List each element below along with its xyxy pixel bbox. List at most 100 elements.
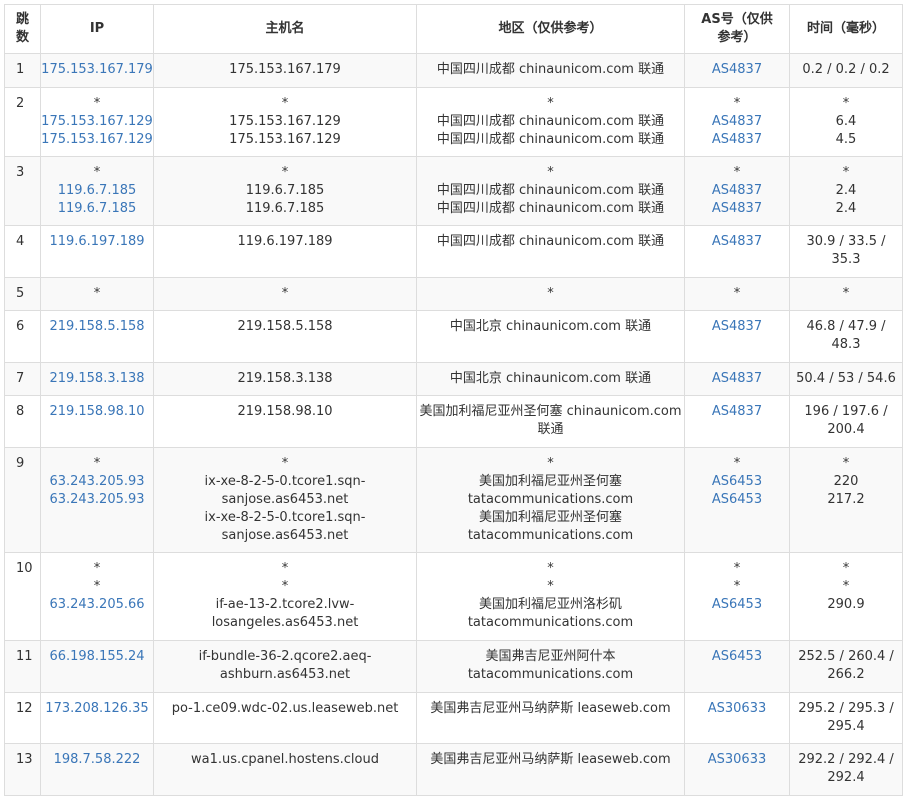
time-cell-line: 46.8 / 47.9 / (806, 319, 886, 334)
table-row: 11 66.198.155.24 if-bundle-36-2.qcore2.aeq… (4, 640, 903, 693)
ip-cell: 219.158.5.158 (40, 310, 154, 363)
ip-cell-line[interactable]: 219.158.98.10 (41, 403, 153, 421)
traceroute-table: 跳数 IP 主机名 地区（仅供参考） AS号（仅供参考） 时间（毫秒） 1 175… (4, 4, 903, 796)
asn-cell-line[interactable]: AS4837 (685, 318, 789, 336)
region-cell-line: 美国加利福尼亚州圣何塞 (478, 474, 622, 489)
asn-cell: AS4837 (684, 362, 790, 396)
time-cell-line: * (842, 561, 850, 576)
time-cell-line: 6.4 (835, 114, 857, 129)
asn-cell: * * AS6453 (684, 552, 790, 641)
time-cell-line: 2.4 (835, 183, 857, 198)
time-cell-line: 290.9 (827, 597, 865, 612)
asn-cell-line[interactable]: AS4837 (685, 370, 789, 388)
asn-cell-line[interactable]: AS4837 (685, 113, 789, 131)
time-cell-line: 292.2 / 292.4 / (798, 752, 894, 767)
hop-cell: 11 (4, 640, 41, 693)
ip-cell: 175.153.167.179 (40, 53, 154, 88)
header-hostname: 主机名 (153, 4, 417, 54)
hostname-cell: * ix-xe-8-2-5-0.tcore1.sqn-sanjose.as6453… (153, 447, 417, 553)
hostname-cell-line: po-1.ce09.wdc-02.us.leaseweb.net (171, 701, 399, 716)
time-cell-line: * (842, 286, 850, 301)
hop-cell: 10 (4, 552, 41, 641)
asn-cell-line[interactable]: AS4837 (685, 131, 789, 149)
region-cell-line: tatacommunications.com (467, 528, 634, 543)
asn-cell-line[interactable]: AS6453 (685, 491, 789, 509)
ip-cell-line[interactable]: 175.153.167.129 (41, 113, 153, 131)
hostname-cell-line: 219.158.5.158 (237, 319, 333, 334)
asn-cell: * AS4837 AS4837 (684, 87, 790, 157)
ip-cell-line[interactable]: 66.198.155.24 (41, 648, 153, 666)
asn-cell: * AS4837 AS4837 (684, 156, 790, 226)
asn-cell-line[interactable]: AS6453 (685, 596, 789, 614)
hostname-cell-line: losangeles.as6453.net (211, 615, 359, 630)
ip-cell: 219.158.98.10 (40, 395, 154, 448)
asn-cell-line[interactable]: AS4837 (685, 182, 789, 200)
region-cell-line: tatacommunications.com (467, 667, 634, 682)
ip-cell-line: * (93, 96, 101, 111)
time-cell-line: * (842, 165, 850, 180)
hop-cell: 2 (4, 87, 41, 157)
region-cell-line: * (547, 456, 554, 471)
hostname-cell: po-1.ce09.wdc-02.us.leaseweb.net (153, 692, 417, 744)
asn-cell: AS4837 (684, 310, 790, 363)
region-cell-line: * (547, 579, 554, 594)
region-cell-line: 美国加利福尼亚州洛杉矶 (478, 597, 622, 612)
ip-cell-line[interactable]: 119.6.7.185 (41, 182, 153, 200)
asn-cell-line: * (733, 579, 741, 594)
ip-cell: 198.7.58.222 (40, 743, 154, 796)
ip-cell-line[interactable]: 119.6.7.185 (41, 200, 153, 218)
asn-cell-line[interactable]: AS6453 (685, 473, 789, 491)
hop-cell: 13 (4, 743, 41, 796)
asn-cell-line[interactable]: AS4837 (685, 403, 789, 421)
hostname-cell-line: * (281, 286, 289, 301)
time-cell: * (789, 277, 903, 311)
hostname-cell-line: ashburn.as6453.net (219, 667, 351, 682)
asn-cell-line[interactable]: AS4837 (685, 233, 789, 251)
ip-cell-line[interactable]: 175.153.167.129 (41, 131, 153, 149)
ip-cell-line[interactable]: 63.243.205.66 (41, 596, 153, 614)
region-cell-line: 美国弗吉尼亚州阿什本 (485, 649, 616, 664)
ip-cell-line[interactable]: 175.153.167.179 (41, 61, 153, 79)
time-cell-line: 295.4 (827, 719, 865, 734)
time-cell: 46.8 / 47.9 / 48.3 (789, 310, 903, 363)
asn-cell: AS30633 (684, 692, 790, 744)
table-row: 13 198.7.58.222 wa1.us.cpanel.hostens.clou… (4, 743, 903, 796)
region-cell-line: tatacommunications.com (467, 492, 634, 507)
table-row: 6 219.158.5.158 219.158.5.158 中国北京 chinauni… (4, 310, 903, 363)
asn-cell-line[interactable]: AS30633 (685, 751, 789, 769)
asn-cell-line[interactable]: AS30633 (685, 700, 789, 718)
asn-cell-line[interactable]: AS6453 (685, 648, 789, 666)
time-cell-line: 0.2 / 0.2 / 0.2 (802, 62, 890, 77)
region-cell-line: 美国弗吉尼亚州马纳萨斯 leaseweb.com (430, 701, 671, 716)
hostname-cell-line: ix-xe-8-2-5-0.tcore1.sqn- (204, 510, 366, 525)
ip-cell-line[interactable]: 173.208.126.35 (41, 700, 153, 718)
region-cell-line: 美国加利福尼亚州圣何塞 (478, 510, 622, 525)
hostname-cell: 119.6.197.189 (153, 225, 417, 278)
hostname-cell-line: 219.158.98.10 (237, 404, 333, 419)
time-cell-line: 196 / 197.6 / (804, 404, 888, 419)
ip-cell-line[interactable]: 198.7.58.222 (41, 751, 153, 769)
ip-cell-line: * (93, 561, 101, 576)
ip-cell-line[interactable]: 119.6.197.189 (41, 233, 153, 251)
ip-cell-line[interactable]: 63.243.205.93 (41, 473, 153, 491)
region-cell-line: * (547, 561, 554, 576)
header-ip: IP (40, 4, 154, 54)
time-cell-line: 220 (833, 474, 859, 489)
asn-cell: AS4837 (684, 395, 790, 448)
ip-cell-line[interactable]: 219.158.5.158 (41, 318, 153, 336)
hostname-cell: * (153, 277, 417, 311)
ip-cell: 219.158.3.138 (40, 362, 154, 396)
hostname-cell: wa1.us.cpanel.hostens.cloud (153, 743, 417, 796)
asn-cell-line[interactable]: AS4837 (685, 200, 789, 218)
asn-cell-line[interactable]: AS4837 (685, 61, 789, 79)
time-cell-line: 200.4 (827, 422, 865, 437)
time-cell-line: 217.2 (827, 492, 865, 507)
asn-cell: * AS6453 AS6453 (684, 447, 790, 553)
hop-cell: 7 (4, 362, 41, 396)
hostname-cell-line: * (281, 96, 289, 111)
hostname-cell-line: ix-xe-8-2-5-0.tcore1.sqn- (204, 474, 366, 489)
ip-cell-line[interactable]: 219.158.3.138 (41, 370, 153, 388)
region-cell-line: * (547, 96, 554, 111)
hop-cell: 8 (4, 395, 41, 448)
ip-cell-line[interactable]: 63.243.205.93 (41, 491, 153, 509)
